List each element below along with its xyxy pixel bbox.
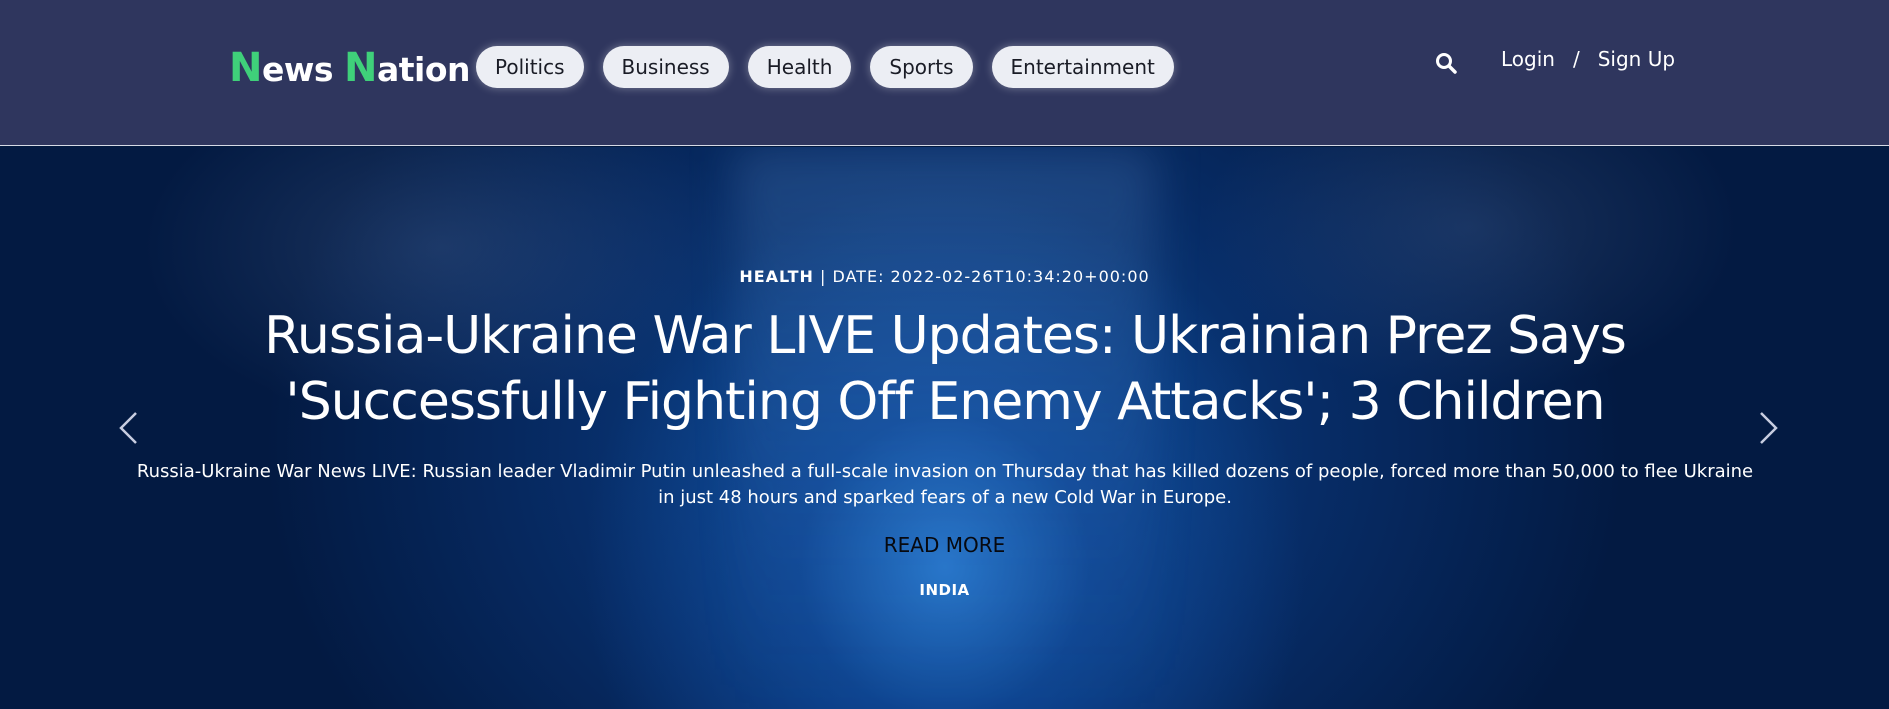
site-logo[interactable]: News Nation xyxy=(229,45,471,91)
auth-links: Login / Sign Up xyxy=(1501,47,1675,71)
article-headline[interactable]: Russia-Ukraine War LIVE Updates: Ukraini… xyxy=(230,303,1660,435)
article-category: HEALTH xyxy=(739,267,814,286)
signup-link[interactable]: Sign Up xyxy=(1598,47,1675,71)
nav-item-politics[interactable]: Politics xyxy=(476,46,584,88)
logo-word-ews: ews xyxy=(261,50,344,89)
auth-separator: / xyxy=(1572,47,1580,71)
logo-letter-n-second: N xyxy=(343,45,377,91)
login-link[interactable]: Login xyxy=(1501,47,1555,71)
article-meta: HEALTH | DATE: 2022-02-26T10:34:20+00:00 xyxy=(0,267,1889,286)
nav-item-health[interactable]: Health xyxy=(747,46,852,88)
read-more-link[interactable]: READ MORE xyxy=(0,533,1889,557)
chevron-right-icon[interactable] xyxy=(1757,410,1781,446)
category-nav: Politics Business Health Sports Entertai… xyxy=(476,46,1174,88)
article-tag[interactable]: INDIA xyxy=(0,581,1889,599)
article-date: DATE: 2022-02-26T10:34:20+00:00 xyxy=(832,267,1150,286)
nav-item-entertainment[interactable]: Entertainment xyxy=(991,46,1174,88)
chevron-left-icon[interactable] xyxy=(116,410,140,446)
nav-item-business[interactable]: Business xyxy=(602,46,729,88)
logo-word-ation: ation xyxy=(376,50,471,89)
meta-separator: | xyxy=(813,267,833,286)
hero-carousel: HEALTH | DATE: 2022-02-26T10:34:20+00:00… xyxy=(0,147,1889,709)
article-summary: Russia-Ukraine War News LIVE: Russian le… xyxy=(136,461,1754,508)
top-navbar: News Nation Politics Business Health Spo… xyxy=(0,0,1889,146)
nav-item-sports[interactable]: Sports xyxy=(870,46,973,88)
logo-letter-n: N xyxy=(229,45,262,91)
search-icon[interactable] xyxy=(1434,51,1458,75)
